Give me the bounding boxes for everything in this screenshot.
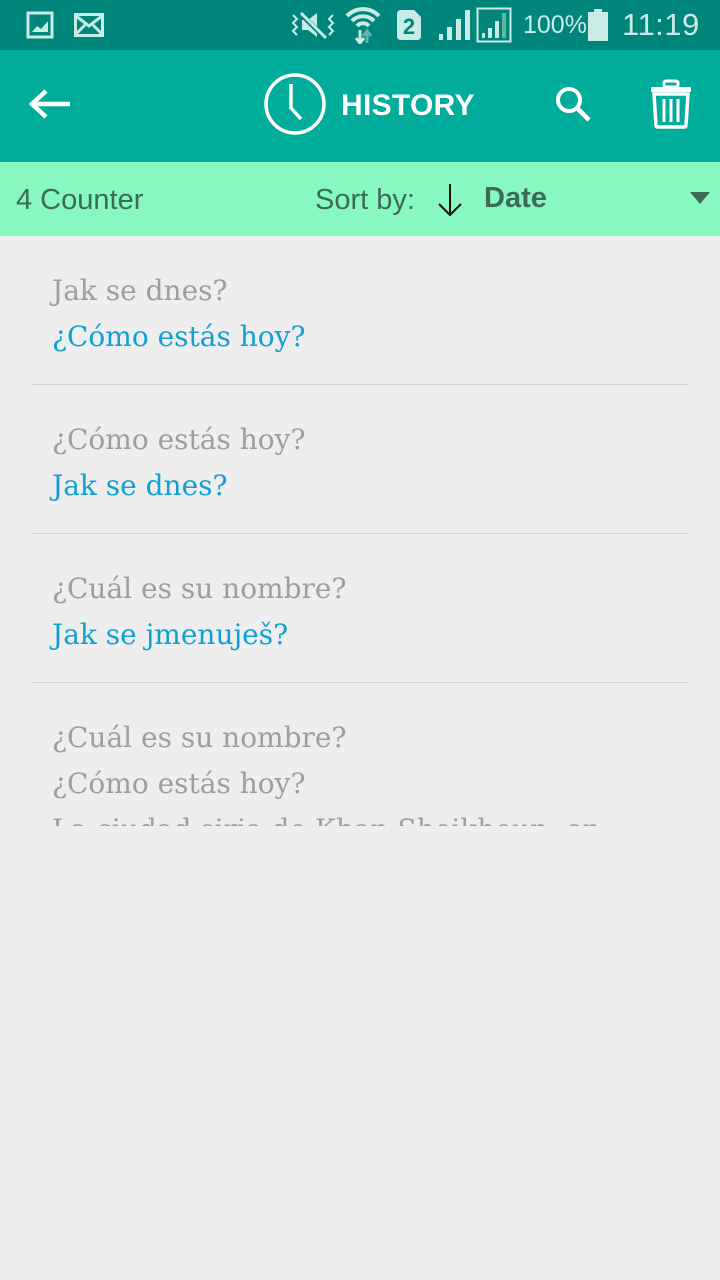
translation-text: ¿Cómo estás hoy? — [52, 767, 306, 800]
gallery-icon — [26, 0, 54, 50]
dropdown-caret-icon[interactable] — [690, 192, 710, 204]
app-bar: HISTORY — [0, 50, 720, 162]
history-item[interactable]: ¿Cuál es su nombre? ¿Cómo estás hoy? La … — [32, 683, 688, 826]
svg-text:2: 2 — [403, 14, 415, 39]
source-text: ¿Cómo estás hoy? — [52, 423, 306, 456]
signal-icon — [437, 0, 471, 50]
sort-direction-toggle[interactable] — [436, 182, 464, 223]
signal-boxed-icon — [476, 0, 512, 50]
email-icon — [74, 0, 104, 50]
sim2-icon: 2 — [396, 0, 422, 50]
trash-icon — [649, 79, 693, 134]
arrow-down-icon — [436, 184, 464, 222]
status-bar: 2 100% 11:19 — [0, 0, 720, 50]
clock-time: 11:19 — [622, 7, 700, 42]
history-item[interactable]: ¿Cuál es su nombre? Jak se jmenuješ? — [32, 534, 688, 683]
arrow-left-icon — [28, 88, 72, 125]
translation-text: Jak se jmenuješ? — [52, 618, 289, 651]
search-icon — [553, 84, 593, 129]
title-text: HISTORY — [341, 89, 475, 122]
sort-by-label: Sort by: — [315, 184, 415, 216]
history-counter: 4 Counter — [16, 184, 144, 216]
battery-icon — [588, 0, 608, 50]
translation-text: Jak se dnes? — [52, 469, 228, 502]
history-list: Jak se dnes? ¿Cómo estás hoy? ¿Cómo está… — [0, 236, 720, 826]
translation-text: ¿Cómo estás hoy? — [52, 320, 306, 353]
battery-percent: 100% — [523, 10, 587, 39]
page-title: HISTORY — [263, 72, 475, 141]
vibrate-mute-icon — [289, 0, 337, 50]
extra-text: La ciudad siria de Khan Sheikhoun, en — [52, 807, 668, 826]
delete-all-button[interactable] — [644, 50, 698, 162]
history-item[interactable]: ¿Cómo estás hoy? Jak se dnes? — [32, 385, 688, 534]
sort-bar: 4 Counter Sort by: Date — [0, 162, 720, 236]
source-text: ¿Cuál es su nombre? — [52, 721, 347, 754]
source-text: Jak se dnes? — [52, 274, 228, 307]
sort-field-dropdown[interactable]: Date — [484, 162, 547, 236]
wifi-icon — [345, 0, 381, 50]
search-button[interactable] — [548, 50, 598, 162]
clock-icon — [263, 72, 327, 141]
history-item[interactable]: Jak se dnes? ¿Cómo estás hoy? — [32, 236, 688, 385]
source-text: ¿Cuál es su nombre? — [52, 572, 347, 605]
back-button[interactable] — [20, 50, 80, 162]
